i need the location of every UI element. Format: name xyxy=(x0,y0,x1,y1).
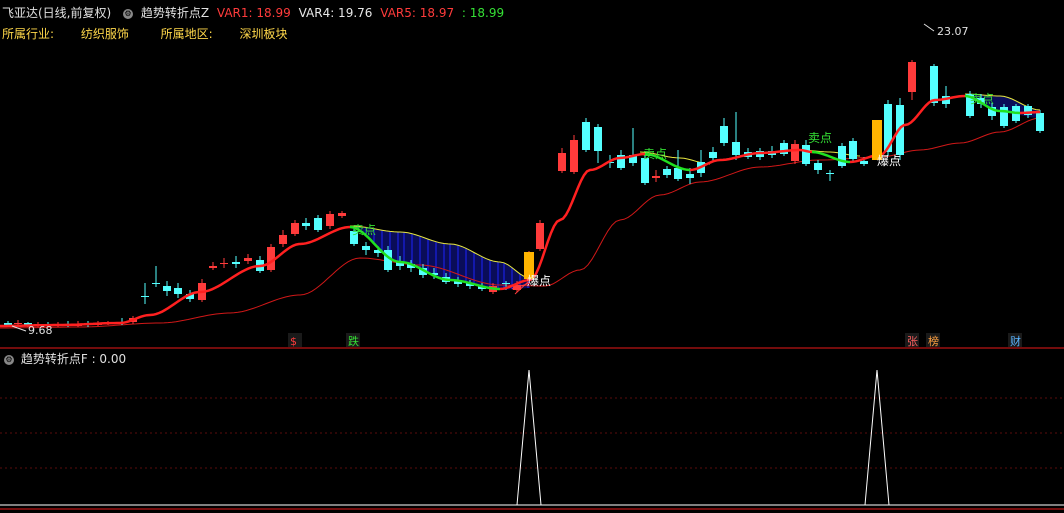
candle-body xyxy=(686,174,694,178)
candle-body xyxy=(362,246,370,250)
sell-point-label: 卖点 xyxy=(643,147,667,161)
candle-body xyxy=(641,158,649,183)
price-labels: 23.079.68卖点卖点卖点卖点爆点爆点$ 跌张榜财 xyxy=(11,23,1022,348)
turning-point-spikes xyxy=(0,369,1064,506)
sub-indicator-value: : 0.00 xyxy=(91,352,127,366)
event-tag: $ xyxy=(290,335,297,348)
candle-body xyxy=(163,286,171,291)
candle-body xyxy=(174,288,182,294)
high-price-label: 23.07 xyxy=(937,25,969,38)
candle-body xyxy=(720,126,728,143)
candle-body xyxy=(14,323,22,324)
candle-body xyxy=(930,66,938,103)
candle-body xyxy=(209,266,217,268)
candle-body xyxy=(849,141,857,159)
candle-body xyxy=(594,127,602,151)
high-pointer xyxy=(923,23,935,32)
low-price-label: 9.68 xyxy=(28,324,53,337)
kline-chart[interactable]: 23.079.68卖点卖点卖点卖点爆点爆点$ 跌张榜财 xyxy=(0,0,1064,513)
sell-point-label: 卖点 xyxy=(808,131,832,145)
candle-body xyxy=(502,283,510,284)
sell-point-label: 卖点 xyxy=(352,223,376,237)
main-value: : 18.99 xyxy=(461,6,505,20)
fast-trend xyxy=(0,225,351,328)
sell-point-label: 卖点 xyxy=(970,92,994,106)
candle-body xyxy=(220,263,228,264)
turning-spike xyxy=(516,369,542,506)
event-tag: 张 xyxy=(907,335,918,348)
industry-label: 所属行业: xyxy=(2,27,55,41)
candle-body xyxy=(570,140,578,172)
candle-body xyxy=(814,163,822,170)
stock-name[interactable]: 飞亚达(日线,前复权) xyxy=(2,6,111,20)
turning-spike xyxy=(864,369,890,506)
fill-area xyxy=(350,226,530,290)
candle-body xyxy=(732,142,740,155)
candle-body xyxy=(279,235,287,244)
fast-trend xyxy=(1019,110,1040,115)
event-tag: 榜 xyxy=(928,334,939,348)
candle-body xyxy=(536,223,544,249)
candle-body xyxy=(908,62,916,92)
var5-value: VAR5: 18.97 xyxy=(380,6,455,20)
chart-header: 飞亚达(日线,前复权) ⚙ 趋势转折点Z VAR1: 18.99 VAR4: 1… xyxy=(0,4,508,20)
candle-body xyxy=(302,223,310,226)
candle-body xyxy=(663,169,671,175)
stock-info-row: 所属行业: 纺织服饰 所属地区: 深圳板块 xyxy=(2,25,288,42)
candle-body xyxy=(558,153,566,171)
candle-body xyxy=(141,296,149,297)
event-tag: 财 xyxy=(1010,334,1021,348)
settings-icon[interactable]: ⚙ xyxy=(123,8,134,19)
var1-value: VAR1: 18.99 xyxy=(216,6,291,20)
region-value[interactable]: 深圳板块 xyxy=(239,25,287,42)
candle-body xyxy=(582,122,590,150)
event-tag: 跌 xyxy=(348,334,359,348)
fast-trend xyxy=(499,152,645,291)
candle-body xyxy=(291,223,299,234)
burst-point-label: 爆点 xyxy=(877,154,901,168)
candle-body xyxy=(791,144,799,161)
industry-value[interactable]: 纺织服饰 xyxy=(81,25,157,42)
candle-body xyxy=(860,161,868,164)
burst-point-label: 爆点 xyxy=(527,274,551,288)
candle-body xyxy=(326,214,334,226)
candle-body xyxy=(152,283,160,284)
sub-chart-header: ⚙ 趋势转折点F : 0.00 xyxy=(0,350,126,366)
candle-body xyxy=(826,173,834,174)
settings-icon[interactable]: ⚙ xyxy=(4,354,14,365)
candle-body xyxy=(652,176,660,178)
candle-body xyxy=(314,218,322,230)
candle-body xyxy=(232,262,240,264)
candle-body xyxy=(1036,113,1044,131)
var4-value: VAR4: 19.76 xyxy=(298,6,373,20)
candle-body xyxy=(802,145,810,164)
candle-body xyxy=(709,152,717,158)
indicator-name[interactable]: 趋势转折点Z xyxy=(141,6,209,20)
region-label: 所属地区: xyxy=(160,27,213,41)
trend-fill-area xyxy=(350,94,1040,290)
candle-body xyxy=(838,146,846,166)
candle-body xyxy=(338,213,346,216)
sub-indicator-name[interactable]: 趋势转折点F xyxy=(21,352,88,366)
candle-body xyxy=(674,168,682,179)
candle-body xyxy=(244,258,252,261)
